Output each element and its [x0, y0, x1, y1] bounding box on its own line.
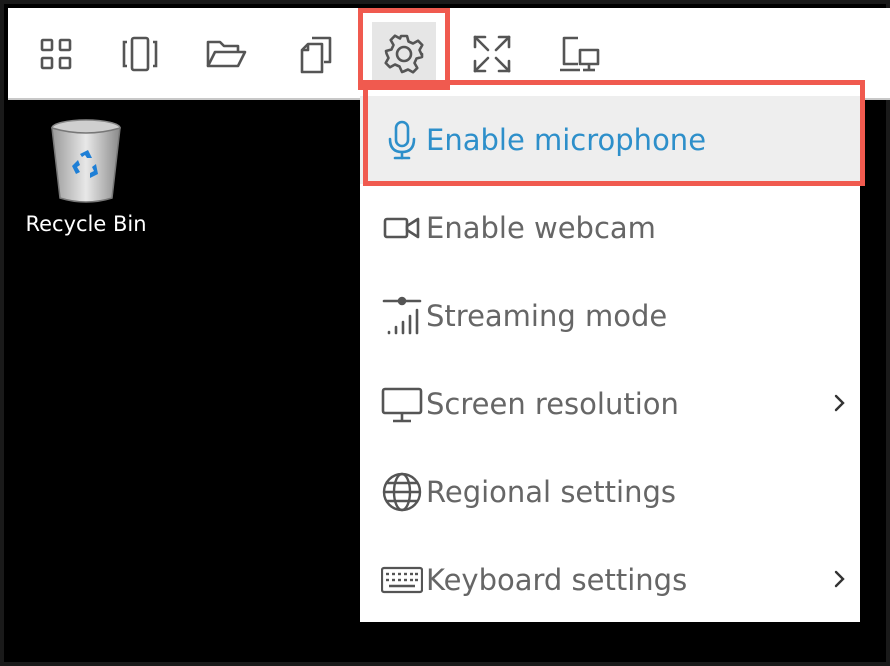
chevron-right-icon — [834, 570, 845, 588]
settings-button[interactable] — [372, 22, 436, 86]
copy-button[interactable] — [284, 22, 348, 86]
recycle-bin-icon — [51, 119, 121, 203]
dual-monitor-icon — [560, 36, 600, 72]
webcam-icon — [380, 206, 424, 250]
open-folder-button[interactable] — [194, 22, 258, 86]
settings-dropdown-menu: Enable microphone Enable webcam Streamin… — [360, 92, 860, 622]
fullscreen-icon — [473, 35, 511, 73]
menu-item-enable-webcam[interactable]: Enable webcam — [360, 184, 860, 272]
menu-item-label: Keyboard settings — [426, 563, 688, 597]
grid-button[interactable] — [24, 22, 88, 86]
menu-item-regional-settings[interactable]: Regional settings — [360, 448, 860, 536]
menu-item-label: Streaming mode — [426, 299, 668, 333]
menu-item-label: Enable webcam — [426, 211, 656, 245]
grid-icon — [40, 38, 72, 70]
menu-item-screen-resolution[interactable]: Screen resolution — [360, 360, 860, 448]
microphone-icon — [380, 118, 424, 162]
menu-item-streaming-mode[interactable]: Streaming mode — [360, 272, 860, 360]
recycle-bin[interactable]: Recycle Bin — [22, 116, 150, 256]
menu-item-keyboard-settings[interactable]: Keyboard settings — [360, 536, 860, 624]
gear-icon — [384, 34, 424, 74]
globe-icon — [380, 470, 424, 514]
folder-open-icon — [206, 40, 247, 68]
copy-icon — [300, 36, 332, 74]
dual-monitor-button[interactable] — [548, 22, 612, 86]
menu-item-enable-microphone[interactable]: Enable microphone — [360, 96, 860, 184]
fullscreen-button[interactable] — [460, 22, 524, 86]
chevron-right-icon — [834, 394, 845, 412]
streaming-signal-icon — [380, 294, 424, 338]
menu-item-label: Regional settings — [426, 475, 676, 509]
menu-item-label: Enable microphone — [426, 123, 707, 157]
carousel-icon — [122, 36, 158, 72]
monitor-icon — [380, 382, 424, 426]
keyboard-icon — [380, 558, 424, 602]
carousel-button[interactable] — [108, 22, 172, 86]
recycle-bin-label: Recycle Bin — [25, 212, 147, 236]
toolbar — [8, 8, 890, 100]
menu-item-label: Screen resolution — [426, 387, 679, 421]
remote-desktop-frame: Recycle Bin Enable microphone Enable web… — [0, 0, 890, 666]
